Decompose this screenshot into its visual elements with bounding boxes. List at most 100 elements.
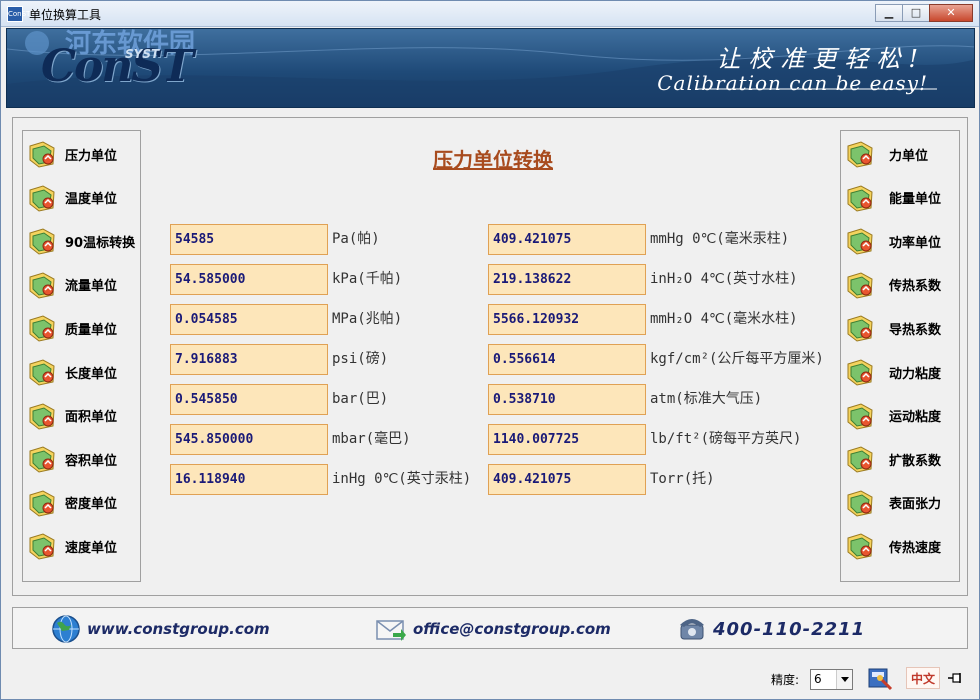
value-field[interactable]: 7.916883 bbox=[170, 344, 328, 375]
nav-item-label: 压力单位 bbox=[65, 148, 118, 164]
speed-icon bbox=[29, 533, 55, 560]
nav-item-label: 传热系数 bbox=[889, 279, 942, 295]
nav-item-label: 力单位 bbox=[889, 148, 929, 164]
minimize-icon: ▁ bbox=[884, 6, 894, 19]
nav-item-label: 速度单位 bbox=[65, 540, 118, 556]
contact-bar: www.constgroup.com office@constgroup.com… bbox=[12, 607, 968, 649]
value-field[interactable]: 409.421075 bbox=[488, 464, 646, 495]
slogan-chinese: 让校准更轻松! bbox=[716, 45, 926, 73]
unit-label: kgf/cm²(公斤每平方厘米) bbox=[650, 351, 824, 367]
value-field[interactable]: 0.556614 bbox=[488, 344, 646, 375]
nav-item-energy[interactable]: 能量单位 bbox=[845, 181, 941, 215]
email-text: office@constgroup.com bbox=[413, 620, 611, 638]
precision-label: 精度: bbox=[771, 673, 800, 687]
window-title: 单位换算工具 bbox=[29, 8, 102, 22]
nav-item-heat-rate[interactable]: 传热速度 bbox=[845, 529, 941, 563]
nav-item-label: 质量单位 bbox=[65, 322, 118, 338]
page-title: 压力单位转换 bbox=[433, 148, 553, 172]
globe-icon bbox=[52, 615, 80, 643]
minimize-button[interactable]: ▁ bbox=[875, 4, 903, 22]
nav-item-area[interactable]: 面积单位 bbox=[27, 399, 117, 433]
value-field[interactable]: 5566.120932 bbox=[488, 304, 646, 335]
nav-item-surface-tension[interactable]: 表面张力 bbox=[845, 486, 941, 520]
phone-text: 400-110-2211 bbox=[713, 618, 866, 640]
left-category-nav: 压力单位温度单位 90温标转换 流量单位质量单位长度单位面积单位容积单位密度单位速度… bbox=[22, 130, 141, 582]
nav-item-label: 扩散系数 bbox=[889, 453, 942, 469]
maximize-button[interactable]: □ bbox=[902, 4, 930, 22]
scale-icon bbox=[29, 228, 55, 255]
unit-label: mbar(毫巴) bbox=[332, 431, 411, 447]
slogan-english: Calibration can be easy! bbox=[657, 71, 928, 95]
app-icon: ConST bbox=[7, 6, 30, 22]
value-field[interactable]: 219.138622 bbox=[488, 264, 646, 295]
nav-item-conductivity[interactable]: 导热系数 bbox=[845, 311, 941, 345]
language-button[interactable]: 中文 bbox=[906, 667, 940, 689]
value-field[interactable]: 16.118940 bbox=[170, 464, 328, 495]
nav-item-label: 传热速度 bbox=[889, 540, 942, 556]
nav-item-label: 能量单位 bbox=[889, 192, 942, 208]
unit-label: mmH₂O 4℃(毫米水柱) bbox=[650, 311, 798, 327]
nav-item-dynamic-viscosity[interactable]: 动力粘度 bbox=[845, 355, 941, 389]
nav-item-force[interactable]: 力单位 bbox=[845, 137, 928, 171]
nav-item-heat-transfer[interactable]: 传热系数 bbox=[845, 268, 941, 302]
nav-item-volume[interactable]: 容积单位 bbox=[27, 442, 117, 476]
close-icon: ✕ bbox=[946, 6, 956, 19]
website-text: www.constgroup.com bbox=[87, 620, 270, 638]
chevron-down-icon[interactable] bbox=[836, 670, 852, 689]
nav-item-label: 面积单位 bbox=[65, 410, 118, 426]
nav-item-diffusion[interactable]: 扩散系数 bbox=[845, 442, 941, 476]
value-field[interactable]: 1140.007725 bbox=[488, 424, 646, 455]
close-button[interactable]: ✕ bbox=[929, 4, 973, 22]
value-field[interactable]: 0.545850 bbox=[170, 384, 328, 415]
nav-item-ruler[interactable]: 长度单位 bbox=[27, 355, 117, 389]
heat-rate-icon bbox=[847, 533, 873, 560]
nav-item-thermometer[interactable]: 温度单位 bbox=[27, 181, 117, 215]
value-field[interactable]: 54.585000 bbox=[170, 264, 328, 295]
email-contact[interactable]: office@constgroup.com bbox=[375, 614, 611, 644]
website-contact[interactable]: www.constgroup.com bbox=[51, 614, 270, 644]
nav-item-flow[interactable]: 流量单位 bbox=[27, 268, 117, 302]
company-logo: ConST bbox=[41, 41, 194, 92]
value-field[interactable]: 0.054585 bbox=[170, 304, 328, 335]
title-bar[interactable]: ConST 单位换算工具 ▁ □ ✕ bbox=[1, 1, 979, 27]
value-field[interactable]: 0.538710 bbox=[488, 384, 646, 415]
unit-label: bar(巴) bbox=[332, 391, 389, 407]
pin-icon[interactable] bbox=[947, 671, 965, 685]
nav-item-scale[interactable]: 90温标转换 bbox=[27, 224, 135, 258]
precision-dropdown[interactable]: 6 bbox=[810, 669, 853, 690]
nav-item-weight[interactable]: 质量单位 bbox=[27, 311, 117, 345]
unit-label: mmHg 0℃(毫米汞柱) bbox=[650, 231, 790, 247]
unit-label: kPa(千帕) bbox=[332, 271, 403, 287]
value-field[interactable]: 54585 bbox=[170, 224, 328, 255]
window-controls: ▁ □ ✕ bbox=[875, 4, 973, 22]
diffusion-icon bbox=[847, 446, 873, 473]
nav-item-kinematic-viscosity[interactable]: 运动粘度 bbox=[845, 399, 941, 433]
conductivity-icon bbox=[847, 315, 873, 342]
phone-contact[interactable]: 400-110-2211 bbox=[677, 614, 865, 644]
company-logo-sub: SYST bbox=[125, 47, 160, 61]
nav-item-label: 密度单位 bbox=[65, 497, 118, 513]
unit-label: inHg 0℃(英寸汞柱) bbox=[332, 471, 472, 487]
power-icon bbox=[847, 228, 873, 255]
dynamic-viscosity-icon bbox=[847, 359, 873, 386]
value-field[interactable]: 409.421075 bbox=[488, 224, 646, 255]
nav-item-speed[interactable]: 速度单位 bbox=[27, 529, 117, 563]
heat-transfer-icon bbox=[847, 272, 873, 299]
value-field[interactable]: 545.850000 bbox=[170, 424, 328, 455]
calculator-tool-icon[interactable] bbox=[867, 665, 893, 691]
nav-item-power[interactable]: 功率单位 bbox=[845, 224, 941, 258]
nav-item-gauge[interactable]: 压力单位 bbox=[27, 137, 117, 171]
surface-tension-icon bbox=[847, 490, 873, 517]
mail-icon bbox=[376, 620, 406, 641]
nav-item-density[interactable]: 密度单位 bbox=[27, 486, 117, 520]
area-icon bbox=[29, 403, 55, 430]
nav-item-label: 表面张力 bbox=[889, 497, 942, 513]
nav-item-label: 长度单位 bbox=[65, 366, 118, 382]
density-icon bbox=[29, 490, 55, 517]
main-panel: 压力单位温度单位 90温标转换 流量单位质量单位长度单位面积单位容积单位密度单位速度… bbox=[12, 117, 968, 596]
ruler-icon bbox=[29, 359, 55, 386]
unit-label: psi(磅) bbox=[332, 351, 389, 367]
right-category-nav: 力单位能量单位功率单位传热系数导热系数动力粘度运动粘度扩散系数表面张力传热速度 bbox=[840, 130, 960, 582]
unit-label: Pa(帕) bbox=[332, 231, 380, 247]
nav-item-label: 动力粘度 bbox=[889, 366, 942, 382]
